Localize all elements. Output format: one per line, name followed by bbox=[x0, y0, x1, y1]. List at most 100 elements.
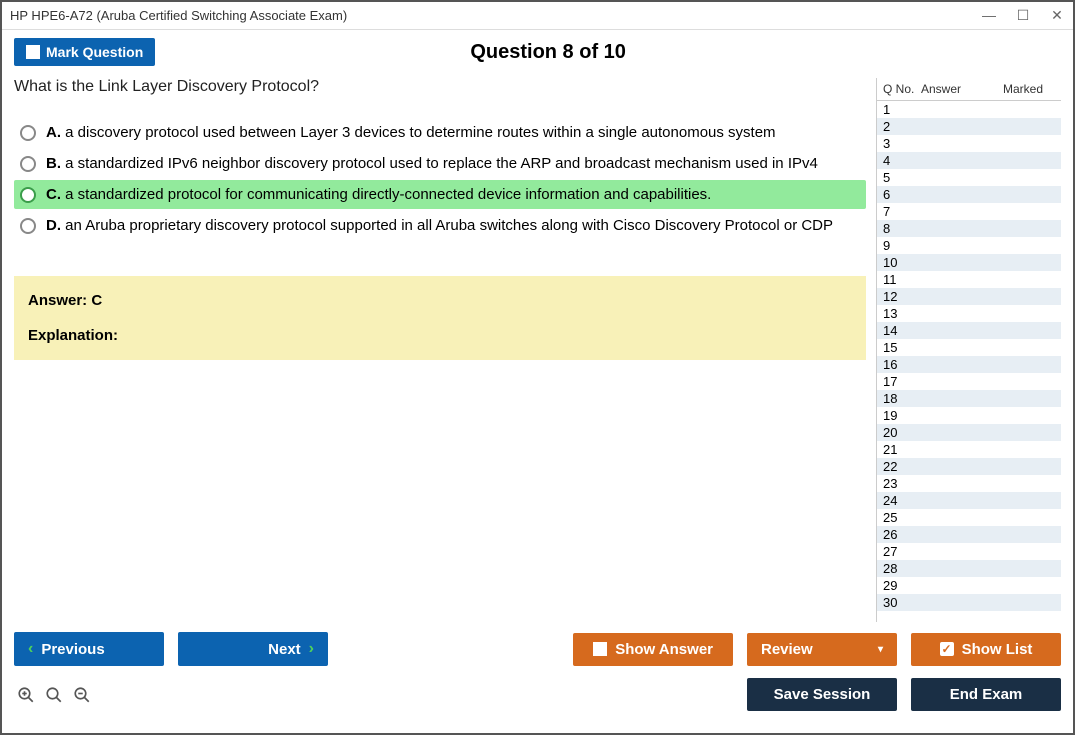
row-qno: 9 bbox=[877, 238, 919, 253]
zoom-reset-icon[interactable] bbox=[44, 685, 64, 705]
previous-label: Previous bbox=[41, 641, 104, 658]
question-list-row[interactable]: 12 bbox=[877, 288, 1061, 305]
question-text: What is the Link Layer Discovery Protoco… bbox=[14, 78, 866, 96]
bottom-bar: ‹ Previous Next › Show Answer Review ▾ ✓… bbox=[2, 622, 1073, 733]
row-qno: 29 bbox=[877, 578, 919, 593]
question-list-row[interactable]: 29 bbox=[877, 577, 1061, 594]
choice-row[interactable]: C. a standardized protocol for communica… bbox=[14, 180, 866, 209]
close-icon[interactable]: ✕ bbox=[1049, 7, 1065, 24]
explanation-label: Explanation: bbox=[28, 327, 852, 344]
question-list-row[interactable]: 7 bbox=[877, 203, 1061, 220]
question-list-row[interactable]: 2 bbox=[877, 118, 1061, 135]
question-list-row[interactable]: 18 bbox=[877, 390, 1061, 407]
row-qno: 10 bbox=[877, 255, 919, 270]
choices-container: A. a discovery protocol used between Lay… bbox=[14, 118, 866, 240]
radio-icon[interactable] bbox=[20, 156, 36, 172]
show-list-button[interactable]: ✓ Show List bbox=[911, 633, 1061, 666]
row-qno: 14 bbox=[877, 323, 919, 338]
choice-text: C. a standardized protocol for communica… bbox=[46, 186, 711, 203]
minimize-icon[interactable]: — bbox=[981, 7, 997, 24]
chevron-right-icon: › bbox=[309, 640, 314, 658]
col-marked: Marked bbox=[1003, 82, 1059, 96]
row-qno: 30 bbox=[877, 595, 919, 610]
checkbox-icon bbox=[593, 642, 607, 656]
question-list-row[interactable]: 9 bbox=[877, 237, 1061, 254]
end-exam-button[interactable]: End Exam bbox=[911, 678, 1061, 711]
row-qno: 15 bbox=[877, 340, 919, 355]
row-qno: 17 bbox=[877, 374, 919, 389]
radio-icon[interactable] bbox=[20, 125, 36, 141]
checkmark-icon: ✓ bbox=[940, 642, 954, 656]
row-qno: 21 bbox=[877, 442, 919, 457]
row-qno: 23 bbox=[877, 476, 919, 491]
question-list-row[interactable]: 25 bbox=[877, 509, 1061, 526]
zoom-out-icon[interactable] bbox=[72, 685, 92, 705]
previous-button[interactable]: ‹ Previous bbox=[14, 632, 164, 666]
question-list-body[interactable]: 1234567891011121314151617181920212223242… bbox=[877, 101, 1061, 622]
row-qno: 8 bbox=[877, 221, 919, 236]
question-list-row[interactable]: 6 bbox=[877, 186, 1061, 203]
choice-text: D. an Aruba proprietary discovery protoc… bbox=[46, 217, 833, 234]
question-list-row[interactable]: 10 bbox=[877, 254, 1061, 271]
choice-text: A. a discovery protocol used between Lay… bbox=[46, 124, 776, 141]
question-list-row[interactable]: 13 bbox=[877, 305, 1061, 322]
row-qno: 6 bbox=[877, 187, 919, 202]
question-list-row[interactable]: 24 bbox=[877, 492, 1061, 509]
row-qno: 12 bbox=[877, 289, 919, 304]
question-list-row[interactable]: 21 bbox=[877, 441, 1061, 458]
row-qno: 1 bbox=[877, 102, 919, 117]
question-list-row[interactable]: 5 bbox=[877, 169, 1061, 186]
show-list-label: Show List bbox=[962, 641, 1033, 658]
show-answer-label: Show Answer bbox=[615, 641, 713, 658]
next-label: Next bbox=[268, 641, 301, 658]
question-list-row[interactable]: 11 bbox=[877, 271, 1061, 288]
question-list-row[interactable]: 8 bbox=[877, 220, 1061, 237]
row-qno: 16 bbox=[877, 357, 919, 372]
question-list-panel: Q No. Answer Marked 12345678910111213141… bbox=[876, 78, 1061, 622]
question-list-row[interactable]: 14 bbox=[877, 322, 1061, 339]
question-list-row[interactable]: 22 bbox=[877, 458, 1061, 475]
question-list-row[interactable]: 15 bbox=[877, 339, 1061, 356]
choice-row[interactable]: D. an Aruba proprietary discovery protoc… bbox=[14, 211, 866, 240]
review-label: Review bbox=[761, 641, 813, 658]
question-list-row[interactable]: 28 bbox=[877, 560, 1061, 577]
question-list-row[interactable]: 4 bbox=[877, 152, 1061, 169]
next-button[interactable]: Next › bbox=[178, 632, 328, 666]
choice-row[interactable]: A. a discovery protocol used between Lay… bbox=[14, 118, 866, 147]
question-list-row[interactable]: 19 bbox=[877, 407, 1061, 424]
zoom-controls bbox=[14, 685, 92, 705]
question-list-row[interactable]: 30 bbox=[877, 594, 1061, 611]
question-list-row[interactable]: 26 bbox=[877, 526, 1061, 543]
row-qno: 3 bbox=[877, 136, 919, 151]
row-qno: 25 bbox=[877, 510, 919, 525]
choice-row[interactable]: B. a standardized IPv6 neighbor discover… bbox=[14, 149, 866, 178]
radio-icon[interactable] bbox=[20, 187, 36, 203]
radio-icon[interactable] bbox=[20, 218, 36, 234]
row-qno: 22 bbox=[877, 459, 919, 474]
main-area: What is the Link Layer Discovery Protoco… bbox=[2, 78, 1073, 622]
save-session-button[interactable]: Save Session bbox=[747, 678, 897, 711]
row-qno: 7 bbox=[877, 204, 919, 219]
question-list-row[interactable]: 27 bbox=[877, 543, 1061, 560]
save-session-label: Save Session bbox=[774, 686, 871, 703]
col-answer: Answer bbox=[921, 82, 1003, 96]
maximize-icon[interactable]: ☐ bbox=[1015, 7, 1031, 24]
review-button[interactable]: Review ▾ bbox=[747, 633, 897, 666]
question-list-row[interactable]: 23 bbox=[877, 475, 1061, 492]
question-list-row[interactable]: 20 bbox=[877, 424, 1061, 441]
chevron-left-icon: ‹ bbox=[28, 640, 33, 658]
show-answer-button[interactable]: Show Answer bbox=[573, 633, 733, 666]
question-list-row[interactable]: 17 bbox=[877, 373, 1061, 390]
zoom-in-icon[interactable] bbox=[16, 685, 36, 705]
question-list-row[interactable]: 16 bbox=[877, 356, 1061, 373]
question-counter: Question 8 of 10 bbox=[35, 41, 1061, 64]
question-list-row[interactable]: 3 bbox=[877, 135, 1061, 152]
question-list-row[interactable]: 1 bbox=[877, 101, 1061, 118]
row-qno: 19 bbox=[877, 408, 919, 423]
answer-box: Answer: C Explanation: bbox=[14, 276, 866, 360]
topbar: Mark Question Question 8 of 10 bbox=[2, 30, 1073, 78]
titlebar: HP HPE6-A72 (Aruba Certified Switching A… bbox=[2, 2, 1073, 30]
button-row-1: ‹ Previous Next › Show Answer Review ▾ ✓… bbox=[14, 632, 1061, 666]
row-qno: 13 bbox=[877, 306, 919, 321]
row-qno: 18 bbox=[877, 391, 919, 406]
